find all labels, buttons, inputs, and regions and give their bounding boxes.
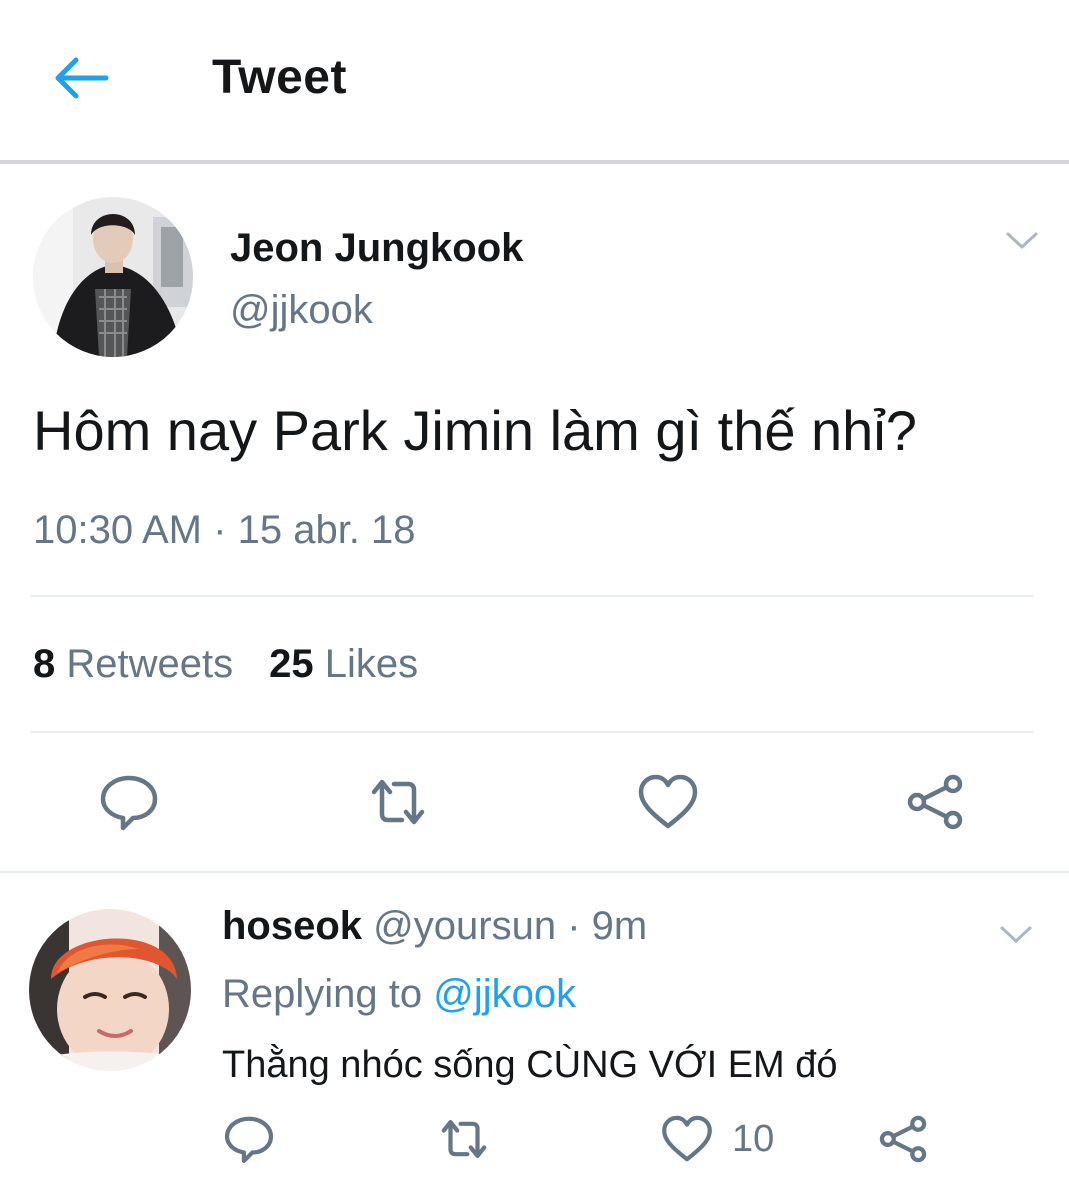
reply-icon[interactable]: [222, 1112, 276, 1166]
reply-author-handle[interactable]: @yoursun: [373, 904, 556, 948]
author-name[interactable]: Jeon Jungkook: [230, 226, 523, 271]
retweet-icon[interactable]: [366, 770, 430, 834]
reply-icon[interactable]: [97, 770, 161, 834]
tweet-text: Hôm nay Park Jimin làm gì thế nhỉ?: [33, 399, 917, 462]
divider: [0, 871, 1069, 873]
reply-age: 9m: [591, 904, 648, 948]
back-arrow-icon[interactable]: [48, 52, 112, 104]
top-bar: [0, 0, 1069, 160]
replying-label: Replying to: [222, 972, 423, 1016]
author-avatar[interactable]: [33, 197, 193, 357]
page-title: Tweet: [212, 51, 347, 104]
share-icon[interactable]: [903, 770, 967, 834]
likes-count: 25: [269, 642, 314, 686]
retweets-label: Retweets: [66, 642, 234, 686]
avatar-photo: [33, 197, 193, 357]
reply-like-count: 10: [732, 1118, 775, 1160]
divider: [30, 731, 1034, 733]
retweet-icon[interactable]: [437, 1112, 491, 1166]
reply-avatar[interactable]: [29, 909, 191, 1071]
likes-stat[interactable]: 25 Likes: [269, 642, 418, 686]
header-divider: [0, 160, 1069, 164]
tweet-timestamp: 10:30 AM · 15 abr. 18: [33, 508, 416, 553]
tweet-stats: 8 Retweets 25 Likes: [33, 642, 418, 687]
meta-separator: ·: [213, 508, 227, 552]
meta-separator: ·: [567, 904, 581, 948]
replying-to: Replying to @jjkook: [222, 972, 576, 1017]
chevron-down-icon[interactable]: [996, 922, 1036, 948]
retweets-stat[interactable]: 8 Retweets: [33, 642, 233, 686]
reply-header: hoseok @yoursun · 9m: [222, 904, 647, 949]
divider: [30, 595, 1034, 597]
reply-text: Thằng nhóc sống CÙNG VỚI EM đó: [222, 1044, 838, 1086]
avatar-photo: [29, 909, 191, 1071]
share-icon[interactable]: [876, 1112, 930, 1166]
replying-handle-link[interactable]: @jjkook: [433, 972, 576, 1016]
tweet-date: 15 abr. 18: [237, 508, 416, 552]
retweets-count: 8: [33, 642, 56, 686]
tweet-time: 10:30 AM: [33, 508, 203, 552]
chevron-down-icon[interactable]: [1002, 228, 1042, 254]
author-handle[interactable]: @jjkook: [230, 288, 373, 333]
like-icon[interactable]: [636, 770, 700, 834]
like-icon[interactable]: [660, 1112, 714, 1166]
reply-author-name[interactable]: hoseok: [222, 904, 362, 948]
likes-label: Likes: [324, 642, 419, 686]
